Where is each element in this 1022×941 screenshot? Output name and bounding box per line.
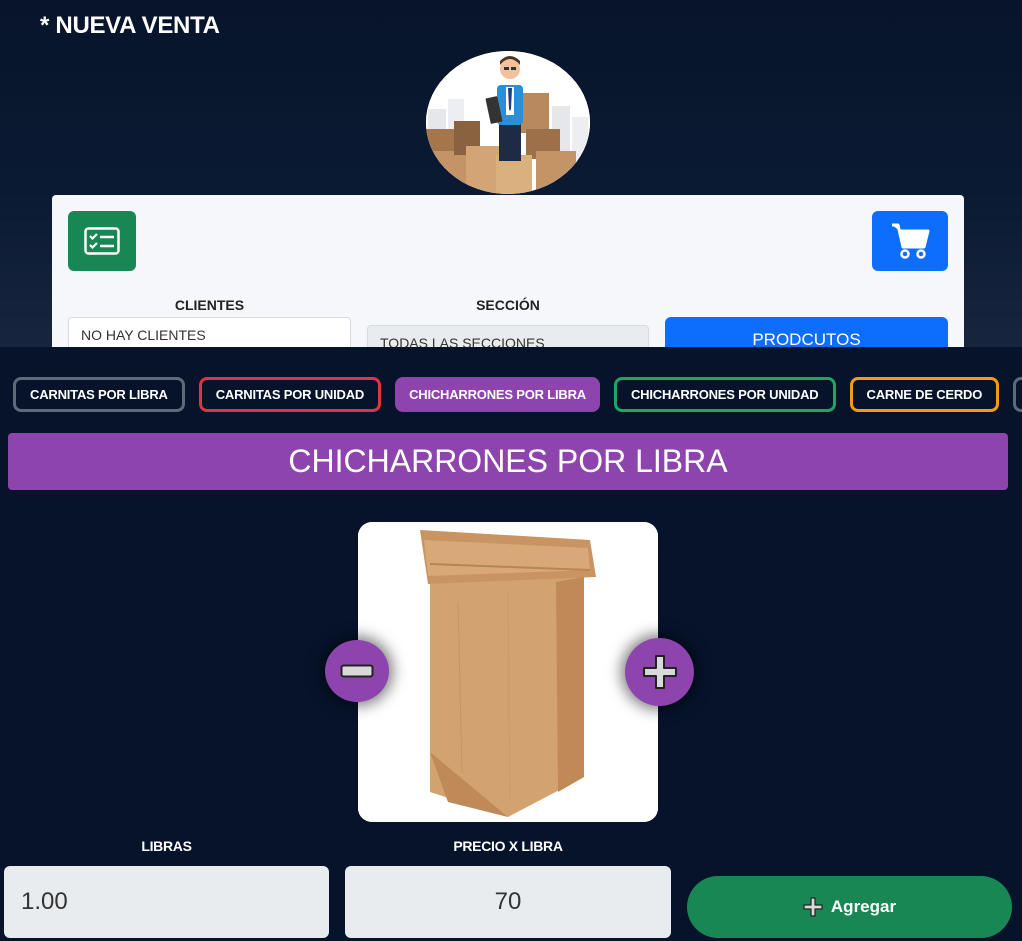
list-button[interactable] [68, 211, 136, 271]
increment-button[interactable] [625, 638, 694, 706]
plus-icon [642, 655, 677, 689]
clientes-select[interactable]: NO HAY CLIENTES [68, 317, 351, 347]
category-tabs: CARNITAS POR LIBRA CARNITAS POR UNIDAD C… [13, 377, 1022, 413]
tab-carnitas-por-libra[interactable]: CARNITAS POR LIBRA [13, 377, 185, 412]
productos-button[interactable]: PRODCUTOS [665, 317, 948, 347]
tab-carnitas-por-unidad[interactable]: CARNITAS POR UNIDAD [198, 377, 382, 412]
page-title: * NUEVA VENTA [40, 12, 220, 39]
tab-chicharrones-por-libra[interactable]: CHICHARRONES POR LIBRA [395, 377, 600, 412]
filters-card: CLIENTES NO HAY CLIENTES SECCIÓN TODAS L… [52, 195, 964, 347]
clientes-label: CLIENTES [174, 297, 245, 313]
cart-button[interactable] [872, 211, 948, 271]
checklist-icon [84, 227, 120, 255]
tab-more[interactable] [1013, 377, 1022, 412]
salesman-illustration [426, 51, 590, 194]
paper-bag-image [358, 522, 658, 822]
plus-icon [803, 897, 823, 917]
precio-input[interactable]: 70 [345, 866, 671, 938]
precio-label: PRECIO X LIBRA [453, 838, 563, 854]
seccion-label: SECCIÓN [476, 297, 540, 313]
avatar [426, 51, 590, 194]
add-button[interactable]: Agregar [687, 876, 1012, 938]
libras-label: LIBRAS [141, 838, 192, 854]
add-button-label: Agregar [830, 897, 897, 916]
minus-icon [340, 664, 374, 678]
tab-carne-de-cerdo[interactable]: CARNE DE CERDO [849, 377, 1000, 412]
libras-input[interactable]: 1.00 [4, 866, 329, 938]
product-card[interactable] [358, 522, 658, 822]
seccion-select[interactable]: TODAS LAS SECCIONES [367, 325, 649, 347]
decrement-button[interactable] [325, 640, 389, 702]
shopping-cart-icon [892, 223, 930, 259]
selected-category-banner: CHICHARRONES POR LIBRA [8, 433, 1008, 490]
tab-chicharrones-por-unidad[interactable]: CHICHARRONES POR UNIDAD [613, 377, 836, 412]
